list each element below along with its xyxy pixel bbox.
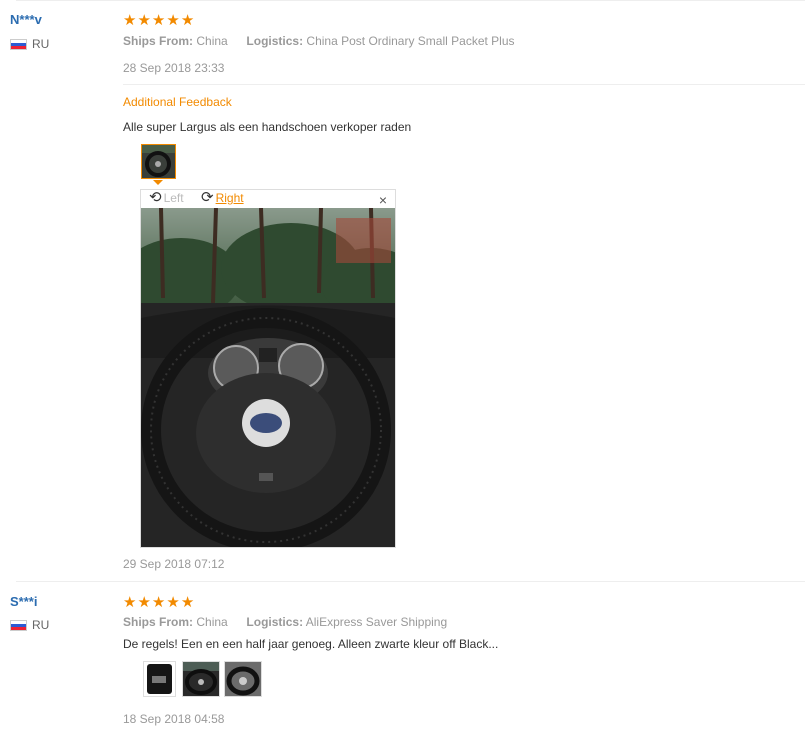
logistics-label: Logistics: xyxy=(246,34,304,48)
ships-from-label: Ships From: xyxy=(123,615,194,629)
russia-flag-icon xyxy=(10,38,27,50)
rotate-right-button[interactable]: ⟳ Right xyxy=(201,189,244,206)
additional-feedback-date: 29 Sep 2018 07:12 xyxy=(123,557,225,571)
close-icon[interactable]: × xyxy=(379,192,387,208)
photo-viewer-toolbar: ⟲ Left ⟳ Right × xyxy=(141,190,395,208)
photo-viewer: ⟲ Left ⟳ Right × xyxy=(140,189,396,548)
star-icon: ★ xyxy=(123,594,137,611)
review-text: De regels! Een en een half jaar genoeg. … xyxy=(123,637,499,651)
star-icon: ★ xyxy=(151,594,166,611)
ships-from-label: Ships From: xyxy=(123,34,194,48)
review-photo-large xyxy=(141,208,395,547)
rotate-left-button[interactable]: ⟲ Left xyxy=(149,189,184,206)
star-icon: ★ xyxy=(137,594,151,611)
rotate-left-icon: ⟲ xyxy=(149,189,162,206)
logistics-value: China Post Ordinary Small Packet Plus xyxy=(306,34,515,48)
additional-feedback-label: Additional Feedback xyxy=(123,95,232,109)
review-photo-thumbnail[interactable] xyxy=(143,661,176,697)
country-code: RU xyxy=(32,618,50,632)
divider xyxy=(123,84,805,85)
shipping-info: Ships From: China Logistics: AliExpress … xyxy=(123,615,447,629)
review-photo-thumbnail[interactable] xyxy=(141,144,176,179)
star-icon: ★ xyxy=(123,12,137,29)
star-rating: ★ ★ ★ ★ ★ xyxy=(123,13,194,28)
star-icon: ★ xyxy=(166,594,180,611)
rotate-right-icon: ⟳ xyxy=(201,189,214,206)
top-divider xyxy=(16,0,805,1)
review-photo-thumbnail[interactable] xyxy=(224,661,262,697)
thumbnail-pointer xyxy=(153,180,163,185)
reviewer-country: RU xyxy=(10,618,49,632)
ships-from-value: China xyxy=(196,34,228,48)
star-icon: ★ xyxy=(151,12,166,29)
reviewer-country: RU xyxy=(10,37,49,51)
star-icon: ★ xyxy=(137,12,151,29)
shipping-info: Ships From: China Logistics: China Post … xyxy=(123,34,515,48)
review-divider xyxy=(16,581,805,582)
star-rating: ★ ★ ★ ★ ★ xyxy=(123,595,194,610)
additional-feedback-text: Alle super Largus als een handschoen ver… xyxy=(123,120,412,134)
russia-flag-icon xyxy=(10,619,27,631)
star-icon: ★ xyxy=(180,12,195,29)
reviewer-name[interactable]: S***i xyxy=(10,594,37,609)
logistics-label: Logistics: xyxy=(246,615,304,629)
logistics-value: AliExpress Saver Shipping xyxy=(305,615,448,629)
rotate-left-label: Left xyxy=(163,191,184,205)
rotate-right-label: Right xyxy=(215,191,244,205)
reviewer-name[interactable]: N***v xyxy=(10,12,42,27)
review-date: 28 Sep 2018 23:33 xyxy=(123,61,225,75)
review-photo-thumbnail[interactable] xyxy=(182,661,220,697)
ships-from-value: China xyxy=(196,615,228,629)
review-date: 18 Sep 2018 04:58 xyxy=(123,712,225,726)
star-icon: ★ xyxy=(180,594,195,611)
country-code: RU xyxy=(32,37,50,51)
star-icon: ★ xyxy=(166,12,180,29)
